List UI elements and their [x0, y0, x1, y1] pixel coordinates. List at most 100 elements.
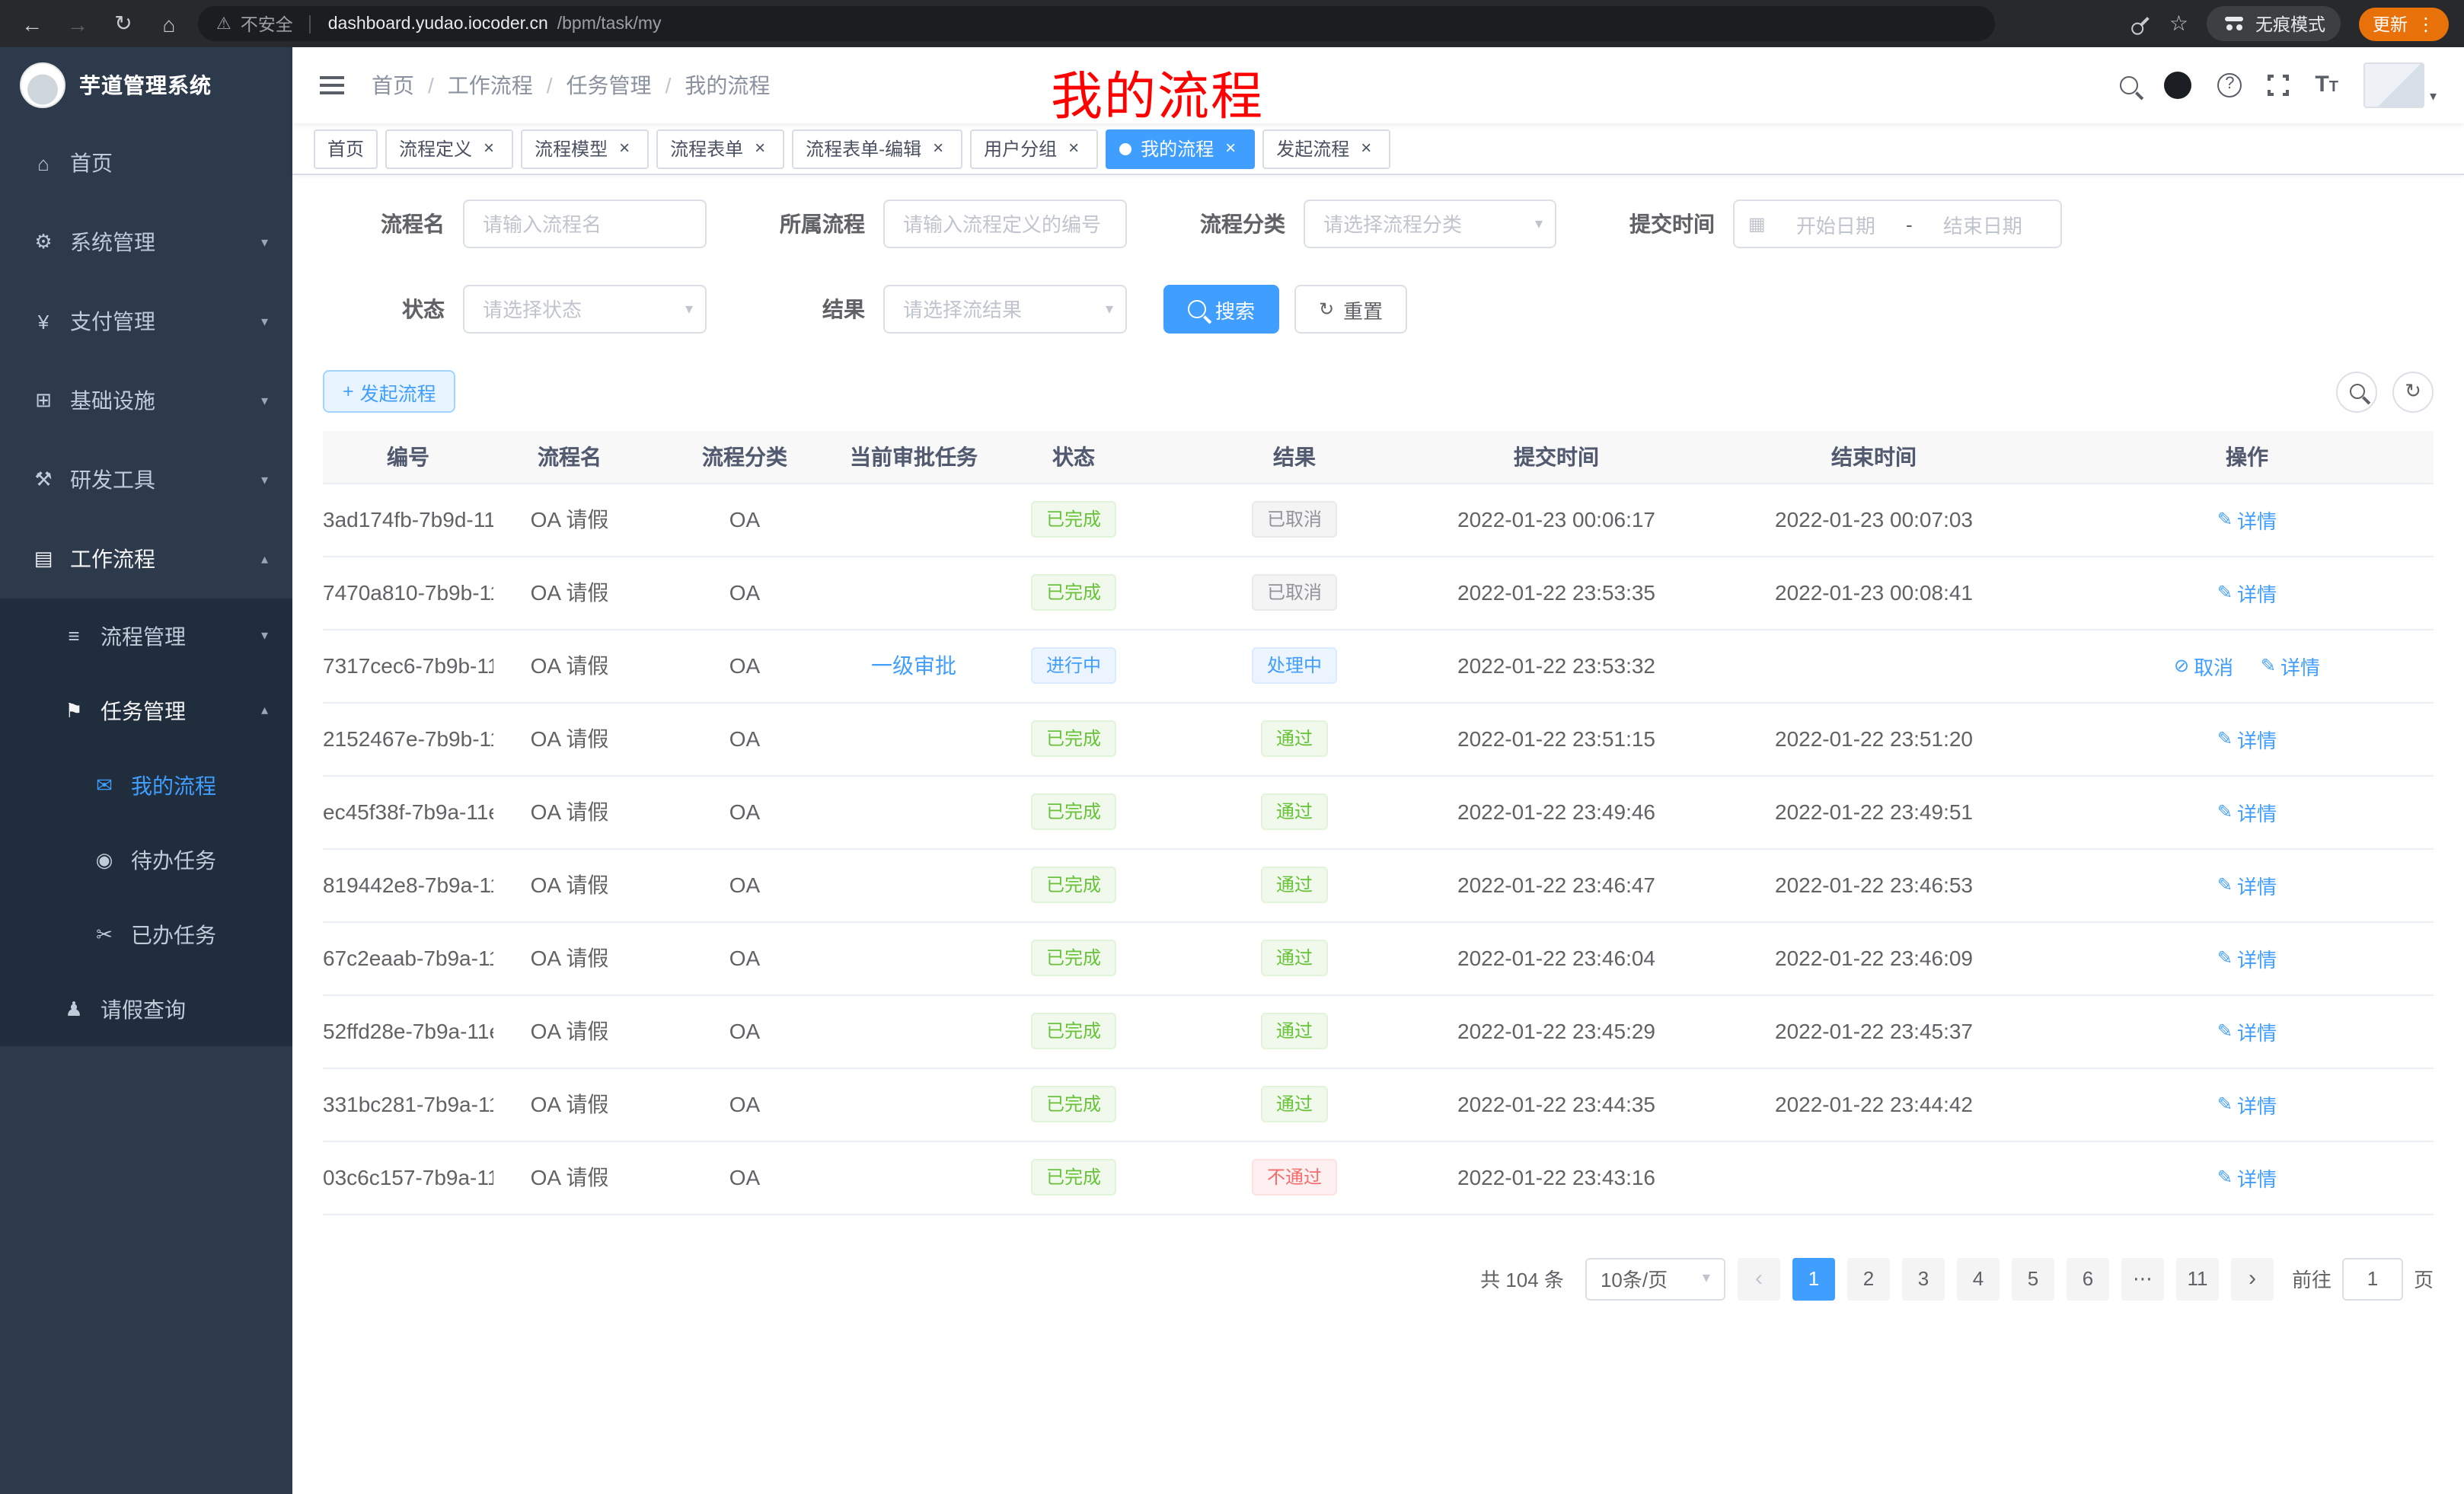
submit-time-range-picker[interactable]: ▦ 开始日期 - 结束日期 — [1733, 200, 2062, 248]
cell-process-id: 03c6c157-7b9a-11ec-a290-acde48001122 — [323, 1141, 493, 1214]
cell-submit-time: 2022-01-22 23:45:29 — [1425, 994, 1687, 1068]
sidebar-item[interactable]: ✂ 已办任务 — [0, 897, 292, 972]
sidebar-item[interactable]: ⚑ 任务管理 ▴ — [0, 673, 292, 748]
owner-process-input[interactable] — [883, 200, 1127, 248]
status-tag: 已完成 — [1031, 793, 1116, 830]
cancel-action-link[interactable]: ⊘ 取消 — [2174, 651, 2233, 680]
page-size-select[interactable]: 10条/页 ▾ — [1585, 1257, 1725, 1300]
close-icon[interactable]: × — [1063, 138, 1084, 159]
sidebar-toggle-button[interactable] — [292, 47, 372, 123]
view-tab-label: 发起流程 — [1276, 136, 1349, 161]
chrome-home-icon[interactable]: ⌂ — [152, 7, 186, 40]
category-select[interactable] — [1304, 200, 1556, 248]
help-icon[interactable] — [2217, 73, 2242, 97]
page-number-button[interactable]: 4 — [1957, 1257, 2000, 1300]
github-icon[interactable] — [2164, 72, 2191, 99]
page-number-button[interactable]: 1 — [1792, 1257, 1835, 1300]
sidebar-item[interactable]: ¥ 支付管理 ▾ — [0, 282, 292, 361]
prev-page-button[interactable]: ‹ — [1738, 1257, 1780, 1300]
view-tab[interactable]: 流程表单-编辑 × — [792, 129, 962, 168]
detail-action-link[interactable]: ✎ 详情 — [2217, 1090, 2277, 1119]
breadcrumb-item[interactable]: 我的流程 — [652, 70, 771, 101]
refresh-table-button[interactable]: ↻ — [2392, 371, 2434, 412]
forward-icon[interactable]: → — [61, 7, 94, 40]
table-row: 2152467e-7b9b-11ec-9a1b-acde48001122 OA … — [323, 702, 2434, 775]
view-tab[interactable]: 流程表单 × — [656, 129, 784, 168]
search-button[interactable]: 搜索 — [1163, 285, 1279, 334]
view-tab[interactable]: 用户分组 × — [970, 129, 1098, 168]
search-icon[interactable] — [2120, 76, 2138, 94]
sidebar-item[interactable]: ⌂ 首页 — [0, 123, 292, 203]
reset-button[interactable]: ↻ 重置 — [1294, 285, 1407, 334]
page-number-button[interactable]: 3 — [1902, 1257, 1945, 1300]
detail-action-link[interactable]: ✎ 详情 — [2217, 1017, 2277, 1045]
detail-action-link[interactable]: ✎ 详情 — [2217, 724, 2277, 753]
app-logo[interactable]: 芋道管理系统 — [0, 47, 292, 123]
create-process-button[interactable]: + 发起流程 — [323, 370, 456, 413]
close-icon[interactable]: × — [1355, 138, 1377, 159]
user-avatar[interactable]: ▾ — [2364, 62, 2437, 108]
address-bar[interactable]: ⚠ 不安全 dashboard.yudao.iocoder.cn/bpm/tas… — [198, 6, 1995, 41]
toggle-search-button[interactable] — [2336, 371, 2377, 412]
page-number-button[interactable]: 6 — [2067, 1257, 2109, 1300]
sidebar-item[interactable]: ▤ 工作流程 ▴ — [0, 519, 292, 599]
page-number-button[interactable]: 5 — [2012, 1257, 2054, 1300]
sidebar-item[interactable]: ⚙ 系统管理 ▾ — [0, 203, 292, 282]
status-tag: 已完成 — [1031, 1159, 1116, 1196]
detail-action-link[interactable]: ✎ 详情 — [2217, 505, 2277, 534]
view-tab[interactable]: 流程模型 × — [521, 129, 649, 168]
page-content: 流程名 所属流程 流程分类 ▾ 提 — [292, 175, 2464, 1494]
breadcrumb-item[interactable]: 首页 — [372, 70, 414, 101]
sidebar-item[interactable]: ⚒ 研发工具 ▾ — [0, 440, 292, 519]
password-key-icon[interactable] — [2125, 8, 2156, 39]
page-number-button[interactable]: 11 — [2176, 1257, 2219, 1300]
view-tab-label: 流程模型 — [535, 136, 608, 161]
view-tab[interactable]: 发起流程 × — [1262, 129, 1390, 168]
next-page-button[interactable]: › — [2231, 1257, 2274, 1300]
sidebar-item[interactable]: ✉ 我的流程 — [0, 748, 292, 822]
cell-end-time: 2022-01-22 23:49:51 — [1687, 775, 2060, 848]
page-number-button[interactable]: ⋯ — [2121, 1257, 2164, 1300]
detail-action-link[interactable]: ✎ 详情 — [2217, 1163, 2277, 1192]
view-tab[interactable]: 流程定义 × — [385, 129, 513, 168]
sidebar-item[interactable]: ⊞ 基础设施 ▾ — [0, 361, 292, 440]
close-icon[interactable]: × — [927, 138, 949, 159]
sidebar-item[interactable]: ≡ 流程管理 ▾ — [0, 599, 292, 673]
current-task-link[interactable]: 一级审批 — [871, 653, 956, 678]
navbar-right-icons: ▾ — [2120, 62, 2464, 108]
cell-process-id: 3ad174fb-7b9d-11ec-8404-acde48001122 — [323, 483, 493, 556]
breadcrumb-item[interactable]: 任务管理 — [533, 70, 652, 101]
detail-action-link[interactable]: ✎ 详情 — [2261, 651, 2320, 680]
view-tab[interactable]: 我的流程 × — [1106, 129, 1255, 168]
sidebar-item[interactable]: ♟ 请假查询 — [0, 972, 292, 1046]
sidebar-item[interactable]: ◉ 待办任务 — [0, 822, 292, 897]
close-icon[interactable]: × — [749, 138, 771, 159]
menu-dots-icon[interactable]: ⋮ — [2417, 13, 2435, 34]
bookmark-star-icon[interactable]: ☆ — [2169, 11, 2188, 37]
detail-action-link[interactable]: ✎ 详情 — [2217, 870, 2277, 899]
fullscreen-icon[interactable] — [2268, 75, 2289, 96]
plus-icon: + — [343, 381, 354, 402]
reload-icon[interactable]: ↻ — [107, 7, 140, 40]
result-select[interactable] — [883, 285, 1127, 334]
goto-page-input[interactable] — [2342, 1257, 2403, 1300]
detail-action-link[interactable]: ✎ 详情 — [2217, 578, 2277, 607]
table-row: 7470a810-7b9b-11ec-b5b7-acde48001122 OA … — [323, 556, 2434, 629]
status-select[interactable] — [463, 285, 707, 334]
browser-update-button[interactable]: 更新 ⋮ — [2359, 7, 2449, 40]
close-icon[interactable]: × — [478, 138, 500, 159]
page-number-button[interactable]: 2 — [1847, 1257, 1890, 1300]
table-column-header: 状态 — [984, 431, 1163, 483]
view-tab[interactable]: 首页 × — [314, 129, 378, 168]
incognito-badge[interactable]: 无痕模式 — [2207, 6, 2341, 41]
detail-action-link[interactable]: ✎ 详情 — [2217, 943, 2277, 972]
process-name-input[interactable] — [463, 200, 707, 248]
detail-action-link[interactable]: ✎ 详情 — [2217, 797, 2277, 826]
back-icon[interactable]: ← — [15, 7, 49, 40]
fontsize-icon[interactable] — [2315, 72, 2338, 99]
breadcrumb-item[interactable]: 工作流程 — [414, 70, 533, 101]
close-icon[interactable]: × — [614, 138, 635, 159]
cell-actions: ⊘ 取消 ✎ 详情 — [2060, 629, 2434, 702]
close-icon[interactable]: × — [1220, 138, 1241, 159]
status-tag: 进行中 — [1031, 647, 1116, 684]
